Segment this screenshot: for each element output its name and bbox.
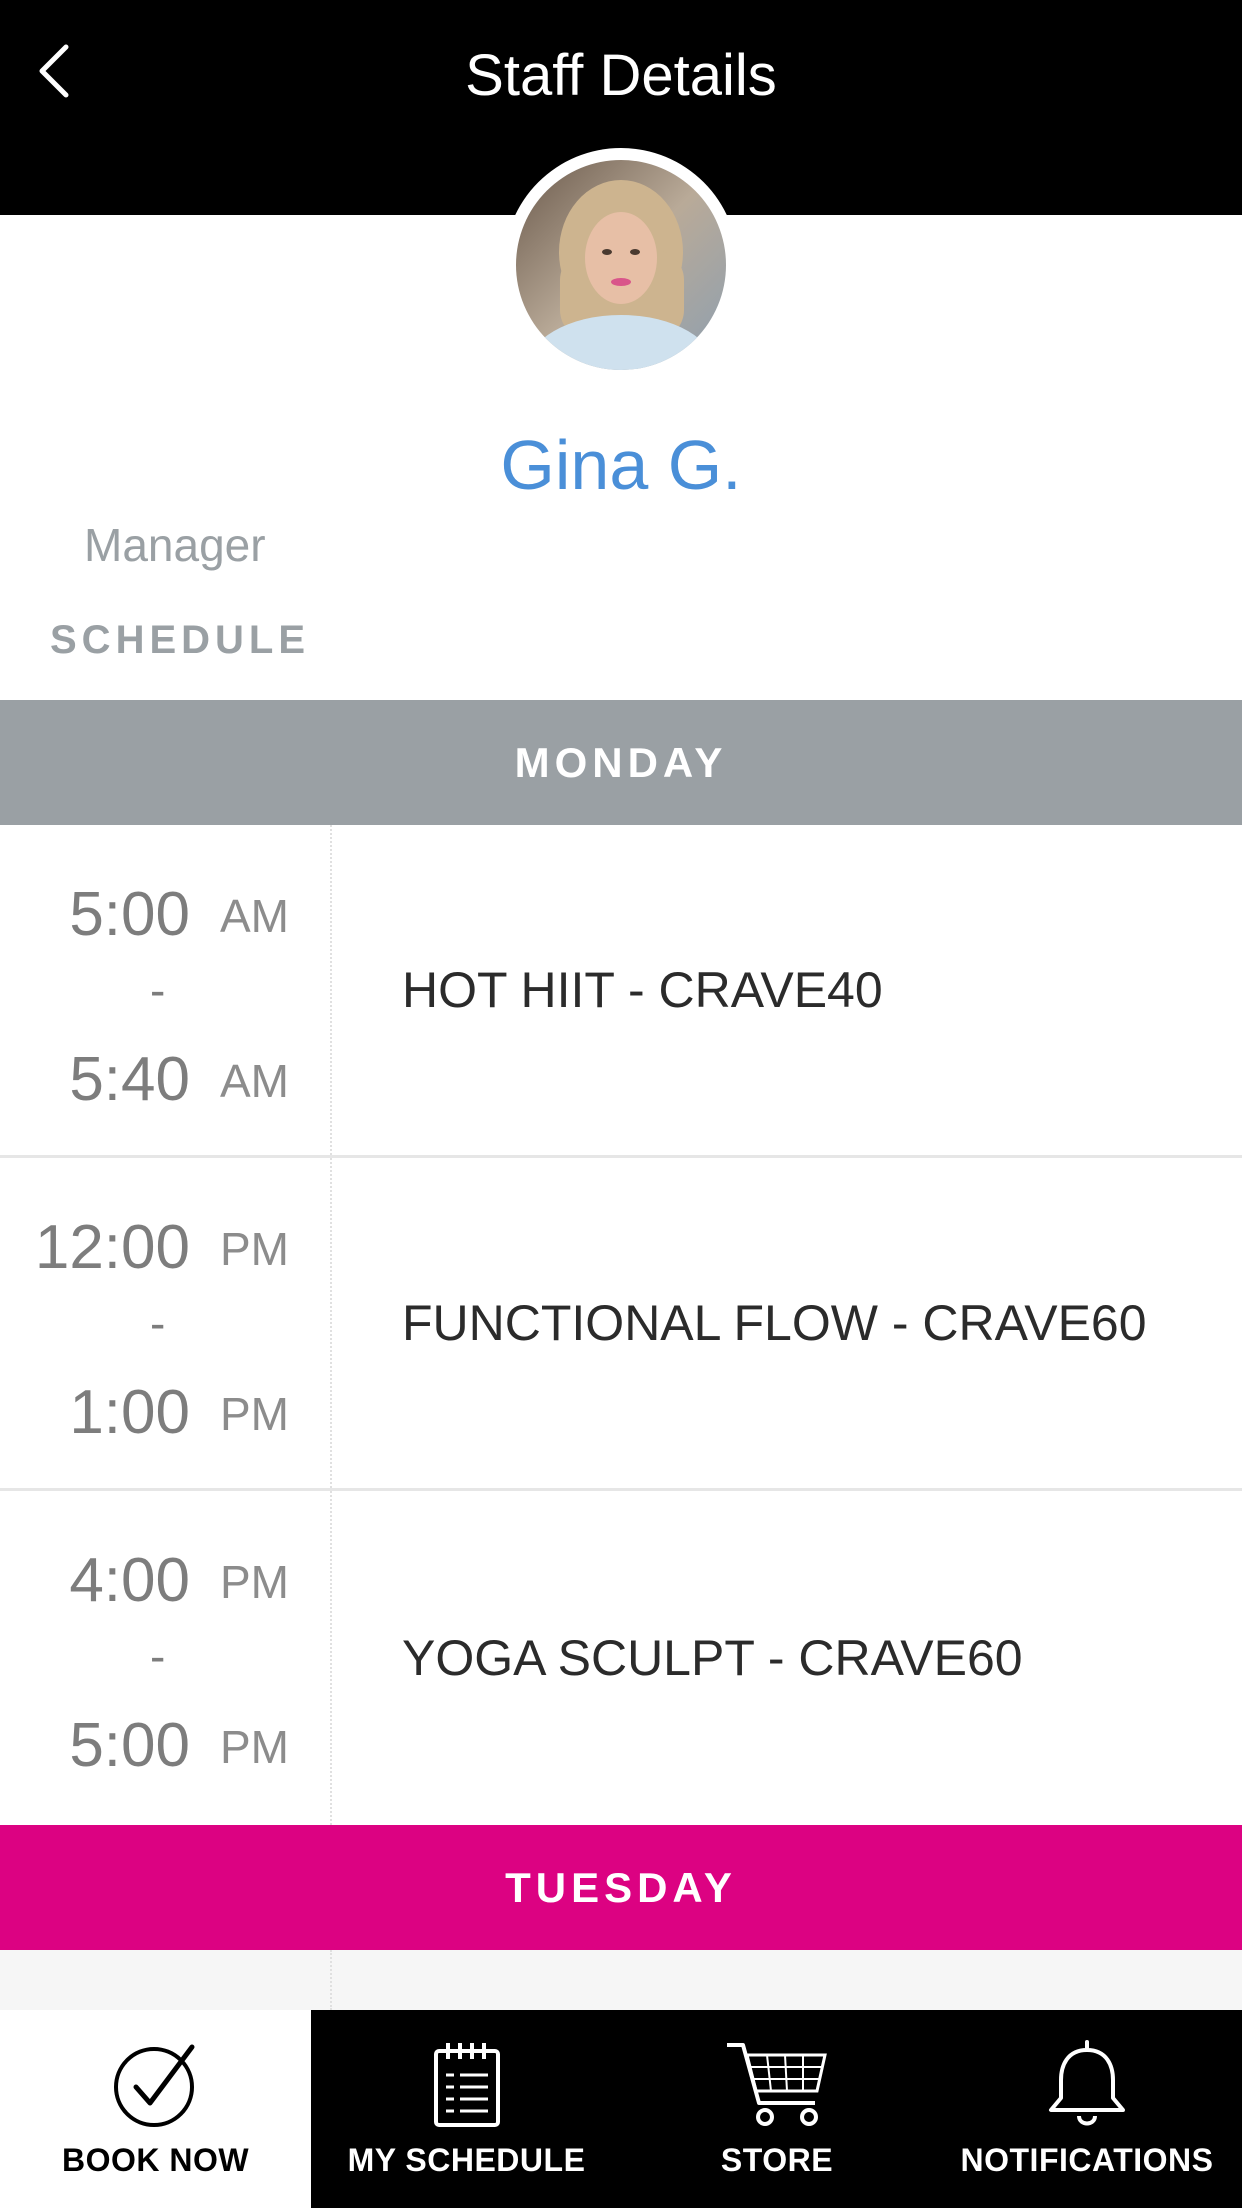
bell-icon: [1047, 2040, 1127, 2130]
calendar-notepad-icon: [432, 2040, 502, 2130]
class-time: 12:00 PM - 1:00 PM: [0, 1158, 332, 1488]
start-time: 5:00: [69, 880, 190, 949]
class-time: 5:00 AM - 5:40 AM: [0, 825, 332, 1155]
check-circle-icon: [112, 2040, 200, 2130]
end-time: 5:00: [69, 1711, 190, 1780]
class-row[interactable]: 5:00 AM - 5:40 AM HOT HIIT - CRAVE40: [0, 825, 1242, 1158]
bottom-nav: BOOK NOW MY SCHEDULE STORE NOTIFICATIONS: [0, 2010, 1242, 2208]
nav-store[interactable]: STORE: [622, 2010, 932, 2208]
nav-notifications[interactable]: NOTIFICATIONS: [932, 2010, 1242, 2208]
end-ampm: AM: [220, 1055, 289, 1107]
nav-label: MY SCHEDULE: [347, 2142, 586, 2178]
time-separator: -: [150, 1630, 166, 1682]
nav-label: BOOK NOW: [61, 2142, 250, 2178]
time-separator: -: [150, 1297, 166, 1349]
class-row[interactable]: 12:00 PM - 1:00 PM FUNCTIONAL FLOW - CRA…: [0, 1158, 1242, 1491]
schedule-section-label: SCHEDULE: [50, 618, 311, 662]
shopping-cart-icon: [725, 2040, 829, 2130]
start-ampm: AM: [220, 890, 289, 942]
divider: [330, 1950, 332, 2010]
end-ampm: PM: [220, 1721, 289, 1773]
class-time: 4:00 PM - 5:00 PM: [0, 1491, 332, 1825]
start-ampm: PM: [220, 1223, 289, 1275]
class-name: HOT HIIT - CRAVE40: [402, 962, 883, 1018]
end-time: 5:40: [69, 1045, 190, 1114]
class-name: YOGA SCULPT - CRAVE60: [402, 1630, 1023, 1686]
avatar: [504, 148, 738, 382]
nav-book-now[interactable]: BOOK NOW: [0, 2010, 311, 2208]
class-name: FUNCTIONAL FLOW - CRAVE60: [402, 1295, 1147, 1351]
day-header-tuesday: TUESDAY: [0, 1825, 1242, 1950]
class-row[interactable]: 4:00 PM - 5:00 PM YOGA SCULPT - CRAVE60: [0, 1491, 1242, 1825]
staff-role: Manager: [84, 519, 266, 571]
nav-my-schedule[interactable]: MY SCHEDULE: [311, 2010, 622, 2208]
nav-label: STORE: [720, 2142, 834, 2178]
start-ampm: PM: [220, 1556, 289, 1608]
end-time: 1:00: [69, 1378, 190, 1447]
day-header-monday: MONDAY: [0, 700, 1242, 825]
staff-name: Gina G.: [500, 426, 742, 504]
end-ampm: PM: [220, 1388, 289, 1440]
start-time: 12:00: [34, 1213, 190, 1282]
start-time: 4:00: [69, 1546, 190, 1615]
staff-photo: [516, 160, 726, 370]
time-separator: -: [150, 964, 166, 1016]
page-title: Staff Details: [465, 43, 777, 108]
nav-label: NOTIFICATIONS: [960, 2142, 1214, 2178]
list-item: [0, 1950, 1242, 2010]
